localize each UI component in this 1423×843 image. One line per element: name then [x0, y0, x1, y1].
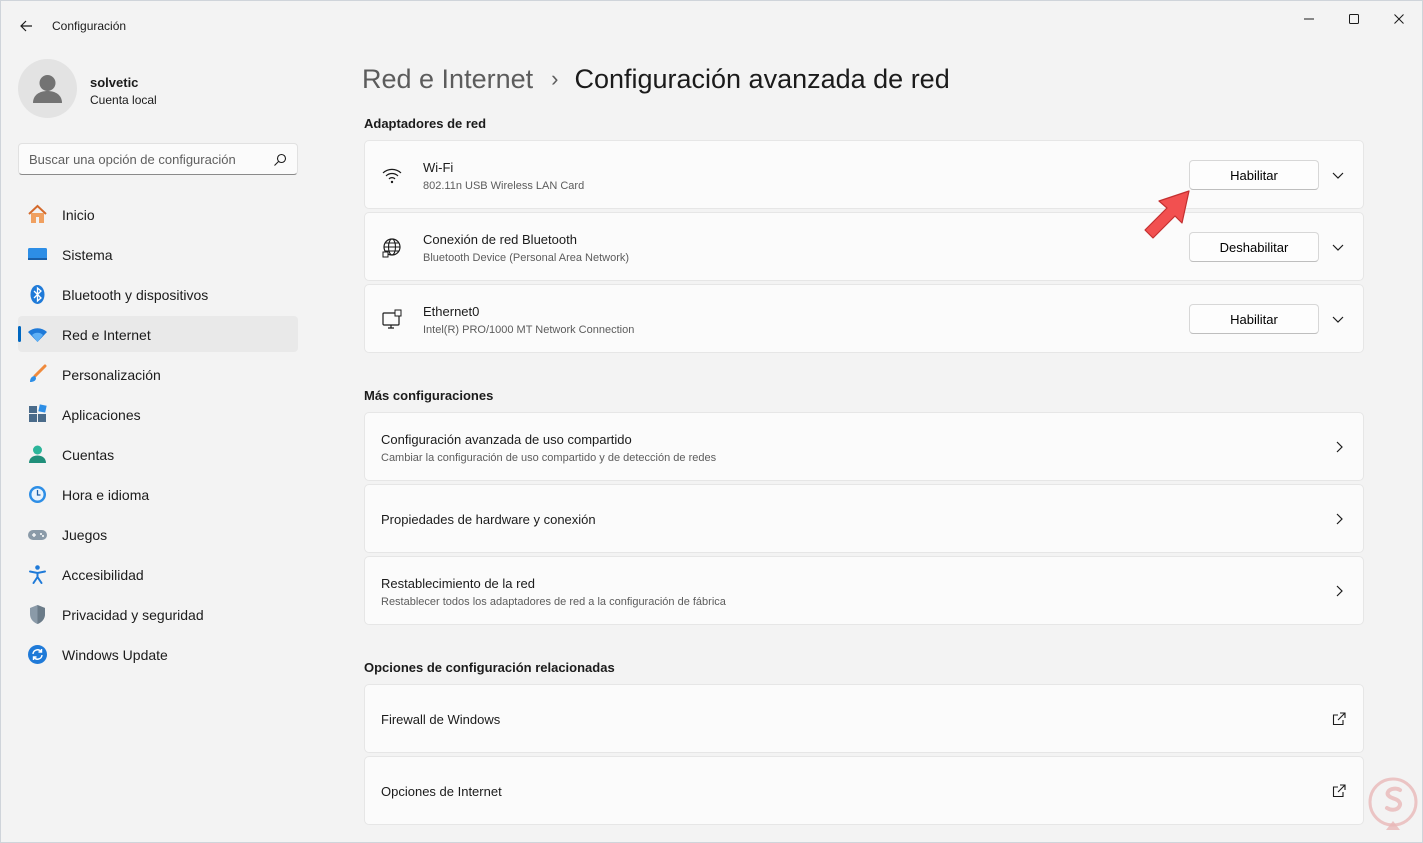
globe-icon [382, 238, 401, 258]
sidebar-item-windows-update[interactable]: Windows Update [18, 636, 298, 672]
hardware-properties-card[interactable]: Propiedades de hardware y conexión [364, 484, 1364, 553]
sidebar-item-bluetooth[interactable]: Bluetooth y dispositivos [18, 276, 298, 312]
system-icon [27, 244, 48, 265]
card-title: Configuración avanzada de uso compartido [381, 432, 632, 447]
enable-ethernet-button[interactable]: Habilitar [1189, 304, 1319, 334]
sidebar-item-red-internet[interactable]: Red e Internet [18, 316, 298, 352]
sidebar-item-personalizacion[interactable]: Personalización [18, 356, 298, 392]
sidebar-item-label: Bluetooth y dispositivos [62, 287, 209, 303]
title-bar: Configuración [1, 1, 1422, 51]
profile-name: solvetic [90, 75, 139, 90]
card-title: Restablecimiento de la red [381, 576, 535, 591]
time-language-icon [27, 484, 48, 505]
sidebar-item-label: Privacidad y seguridad [62, 607, 204, 623]
maximize-button[interactable] [1331, 7, 1377, 31]
breadcrumb: Red e Internet › Configuración avanzada … [362, 59, 950, 99]
disable-bluetooth-button[interactable]: Deshabilitar [1189, 232, 1319, 262]
sidebar-item-label: Aplicaciones [62, 407, 141, 423]
search-input[interactable]: Buscar una opción de configuración [18, 143, 298, 175]
gamepad-icon [27, 524, 48, 545]
ethernet-icon [382, 309, 402, 329]
adapter-description: Intel(R) PRO/1000 MT Network Connection [423, 324, 635, 336]
breadcrumb-parent-link[interactable]: Red e Internet [362, 64, 533, 95]
close-icon [1394, 14, 1404, 24]
adapter-card-bluetooth[interactable]: Conexión de red Bluetooth Bluetooth Devi… [364, 212, 1364, 281]
card-title: Firewall de Windows [381, 712, 501, 727]
card-title: Propiedades de hardware y conexión [381, 512, 596, 527]
profile-account-type: Cuenta local [90, 93, 157, 107]
adapter-description: Bluetooth Device (Personal Area Network) [423, 252, 630, 264]
sidebar-nav: Inicio Sistema Bluetooth y dispositivos … [18, 196, 298, 676]
sidebar-item-label: Juegos [62, 527, 108, 543]
accounts-icon [27, 444, 48, 465]
sidebar-item-sistema[interactable]: Sistema [18, 236, 298, 272]
sidebar-item-label: Red e Internet [62, 327, 151, 343]
section-title-related: Opciones de configuración relacionadas [364, 660, 615, 675]
sidebar-item-label: Windows Update [62, 647, 168, 663]
adapter-description: 802.11n USB Wireless LAN Card [423, 180, 585, 192]
search-icon[interactable] [272, 152, 288, 168]
adapter-name: Ethernet0 [423, 304, 480, 319]
accessibility-icon [27, 564, 48, 585]
sidebar-item-label: Accesibilidad [62, 567, 144, 583]
chevron-down-icon[interactable] [1330, 167, 1346, 183]
sidebar-item-label: Sistema [62, 247, 113, 263]
sidebar-item-privacidad[interactable]: Privacidad y seguridad [18, 596, 298, 632]
sidebar-item-inicio[interactable]: Inicio [18, 196, 298, 232]
sidebar-item-label: Cuentas [62, 447, 115, 463]
brush-icon [27, 364, 48, 385]
sidebar-item-aplicaciones[interactable]: Aplicaciones [18, 396, 298, 432]
advanced-sharing-card[interactable]: Configuración avanzada de uso compartido… [364, 412, 1364, 481]
wifi-icon [382, 168, 402, 184]
chevron-right-icon [1336, 513, 1343, 525]
close-button[interactable] [1376, 7, 1422, 31]
chevron-down-icon[interactable] [1330, 311, 1346, 327]
enable-wifi-button[interactable]: Habilitar [1189, 160, 1319, 190]
breadcrumb-separator: › [551, 66, 559, 91]
internet-options-card[interactable]: Opciones de Internet [364, 756, 1364, 825]
external-link-icon [1332, 712, 1346, 726]
chevron-right-icon [1336, 585, 1343, 597]
sidebar-item-label: Hora e idioma [62, 487, 150, 503]
sidebar-item-accesibilidad[interactable]: Accesibilidad [18, 556, 298, 592]
home-icon [27, 204, 48, 225]
maximize-icon [1349, 14, 1359, 24]
section-title-adapters: Adaptadores de red [364, 116, 487, 131]
card-description: Restablecer todos los adaptadores de red… [381, 596, 726, 608]
back-arrow-icon [20, 20, 32, 32]
shield-icon [27, 604, 48, 625]
windows-firewall-card[interactable]: Firewall de Windows [364, 684, 1364, 753]
adapter-name: Wi-Fi [423, 160, 454, 175]
settings-window: Configuración solvetic Cuenta local Busc… [0, 0, 1423, 843]
adapter-name: Conexión de red Bluetooth [423, 232, 577, 247]
bluetooth-icon [27, 284, 48, 305]
card-title: Opciones de Internet [381, 784, 502, 799]
chevron-down-icon[interactable] [1330, 239, 1346, 255]
minimize-icon [1304, 18, 1314, 20]
card-description: Cambiar la configuración de uso comparti… [381, 452, 717, 464]
minimize-button[interactable] [1286, 7, 1332, 31]
apps-icon [27, 404, 48, 425]
avatar [18, 59, 77, 118]
chevron-right-icon [1336, 441, 1343, 453]
sidebar-item-label: Personalización [62, 367, 161, 383]
window-title: Configuración [52, 19, 127, 33]
adapter-card-ethernet[interactable]: Ethernet0 Intel(R) PRO/1000 MT Network C… [364, 284, 1364, 353]
network-icon [27, 324, 48, 345]
network-reset-card[interactable]: Restablecimiento de la red Restablecer t… [364, 556, 1364, 625]
sidebar-item-cuentas[interactable]: Cuentas [18, 436, 298, 472]
page-title: Configuración avanzada de red [574, 63, 950, 94]
sidebar-item-juegos[interactable]: Juegos [18, 516, 298, 552]
back-button[interactable] [15, 15, 37, 37]
external-link-icon [1332, 784, 1346, 798]
section-title-more-settings: Más configuraciones [364, 388, 494, 403]
sidebar-item-label: Inicio [62, 207, 95, 223]
watermark-logo [1368, 777, 1418, 830]
adapter-card-wifi[interactable]: Wi-Fi 802.11n USB Wireless LAN Card Habi… [364, 140, 1364, 209]
update-icon [27, 644, 48, 665]
pointer-arrow-annotation [1144, 190, 1190, 239]
user-silhouette-icon [33, 75, 62, 103]
search-placeholder: Buscar una opción de configuración [29, 152, 236, 167]
sidebar-item-hora-idioma[interactable]: Hora e idioma [18, 476, 298, 512]
